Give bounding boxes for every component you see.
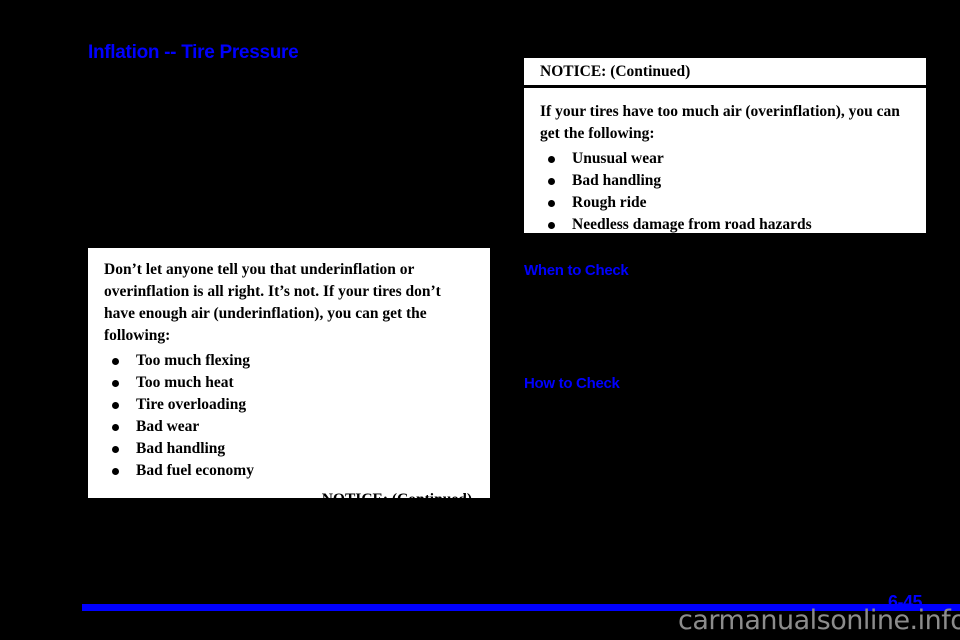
list-item: Bad handling xyxy=(540,170,910,192)
list-item-label: Too much flexing xyxy=(136,352,250,369)
bullet-icon xyxy=(112,424,119,432)
list-item: Bad wear xyxy=(104,416,474,438)
list-item: Tire overloading xyxy=(104,394,474,416)
list-item-label: Too much heat xyxy=(136,374,234,391)
subheading-when-to-check: When to Check xyxy=(524,262,629,279)
list-item-label: Bad fuel economy xyxy=(136,462,254,479)
list-item-label: Needless damage from road hazards xyxy=(572,216,812,233)
list-item-label: Unusual wear xyxy=(572,150,664,167)
manual-page: Inflation -- Tire Pressure Don’t let any… xyxy=(0,0,960,640)
right-notice-paragraph: If your tires have too much air (overinf… xyxy=(540,103,900,142)
bullet-icon xyxy=(112,402,119,410)
list-item-label: Bad handling xyxy=(136,440,226,457)
list-item: Too much heat xyxy=(104,372,474,394)
bullet-icon xyxy=(112,358,119,366)
list-item-label: Tire overloading xyxy=(136,396,247,413)
bullet-icon xyxy=(112,446,119,454)
bullet-icon xyxy=(548,178,555,186)
subheading-how-to-check: How to Check xyxy=(524,375,620,392)
right-notice-header-label: NOTICE: (Continued) xyxy=(540,62,691,80)
bullet-icon xyxy=(548,156,555,164)
bullet-icon xyxy=(548,200,555,208)
list-item: Rough ride xyxy=(540,192,910,214)
left-notice-continued-label: NOTICE: (Continued) xyxy=(321,491,472,508)
list-item-label: Bad wear xyxy=(136,418,200,435)
left-notice-box: Don’t let anyone tell you that underinfl… xyxy=(88,248,490,508)
bullet-icon xyxy=(112,468,119,476)
list-item: Too much flexing xyxy=(104,350,474,372)
list-item: Needless damage from road hazards xyxy=(540,214,910,236)
left-notice-paragraph: Don’t let anyone tell you that underinfl… xyxy=(104,261,441,344)
list-item: Bad handling xyxy=(104,438,474,460)
watermark: carmanualsonline.info xyxy=(678,605,960,636)
list-item: Bad fuel economy xyxy=(104,460,474,482)
page-title: Inflation -- Tire Pressure xyxy=(88,42,299,63)
bullet-icon xyxy=(112,380,119,388)
right-notice-bullet-list: Unusual wear Bad handling Rough ride Nee… xyxy=(540,148,910,236)
list-item: Unusual wear xyxy=(540,148,910,170)
list-item-label: Rough ride xyxy=(572,194,647,211)
right-notice-header-box: NOTICE: (Continued) xyxy=(524,58,926,85)
bullet-icon xyxy=(548,222,555,230)
right-notice-box: If your tires have too much air (overinf… xyxy=(524,88,926,233)
list-item-label: Bad handling xyxy=(572,172,662,189)
left-notice-bullet-list: Too much flexing Too much heat Tire over… xyxy=(104,350,474,482)
